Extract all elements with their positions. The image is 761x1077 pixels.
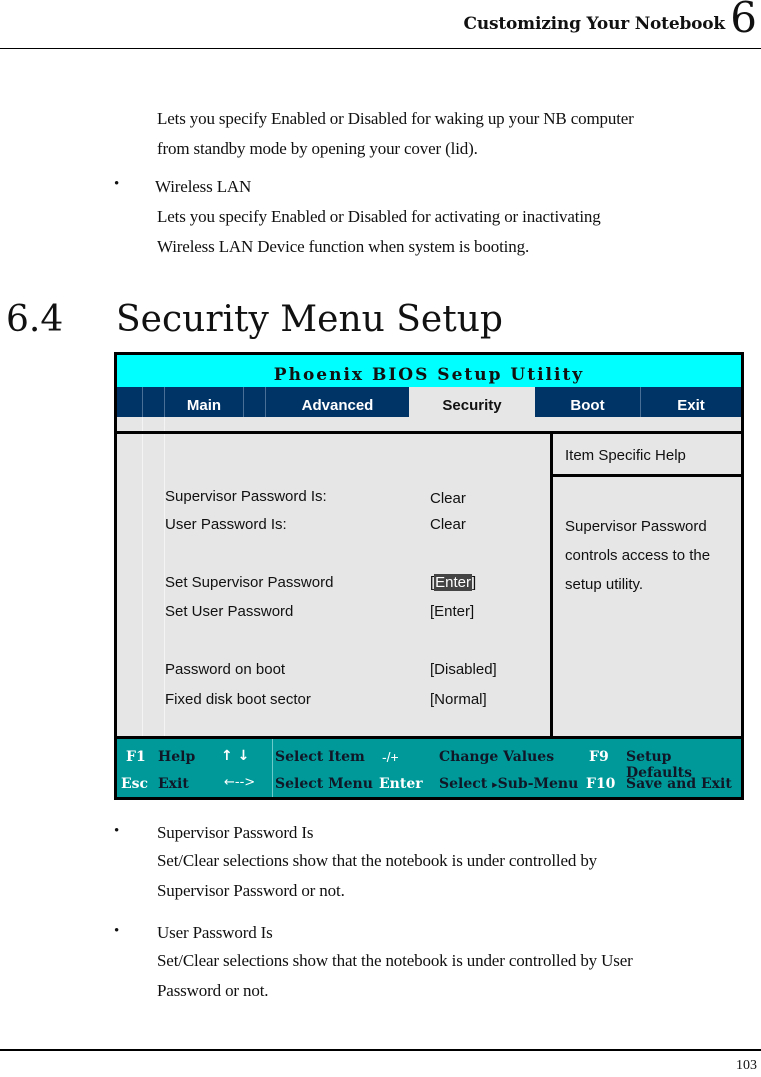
select-label: Select — [439, 776, 488, 792]
bios-title-bar: Phoenix BIOS Setup Utility — [117, 355, 741, 387]
supervisor-password-is-title: Supervisor Password Is — [157, 823, 314, 842]
tab-boot[interactable]: Boot — [535, 387, 640, 417]
user-password-is-line1: Set/Clear selections show that the noteb… — [157, 951, 633, 970]
lid-description-line2: from standby mode by opening your cover … — [157, 139, 478, 158]
help-line: setup utility. — [565, 576, 644, 593]
section-heading: 6.4 Security Menu Setup — [6, 296, 503, 344]
item-password-on-boot-value[interactable]: [Disabled] — [430, 661, 497, 678]
grid-line — [164, 417, 165, 431]
tab-divider — [243, 387, 244, 417]
key-esc-action: Exit — [158, 776, 189, 792]
item-fixed-disk-boot-sector-label[interactable]: Fixed disk boot sector — [165, 691, 311, 708]
section-number: 6.4 — [6, 299, 64, 340]
key-f9: F9 — [589, 749, 609, 765]
wireless-lan-description-line2: Wireless LAN Device function when system… — [157, 237, 530, 256]
key-select-menu-action: Select Menu — [275, 776, 373, 792]
item-fixed-disk-boot-sector-value[interactable]: [Normal] — [430, 691, 487, 708]
user-password-is-title: User Password Is — [157, 923, 273, 942]
key-enter: Enter — [379, 776, 423, 792]
key-save-and-exit-action: Save and Exit — [626, 776, 732, 792]
selected-value-highlight: Enter — [434, 574, 473, 591]
bracket-close: ] — [472, 574, 477, 591]
help-title: Item Specific Help — [565, 447, 686, 464]
item-user-password-is-label: User Password Is: — [165, 516, 287, 533]
key-esc: Esc — [121, 776, 149, 792]
bullet-icon: • — [114, 823, 120, 839]
key-select-submenu-action: Select ▸Sub-Menu — [439, 776, 578, 792]
user-password-is-line2: Password or not. — [157, 981, 269, 1000]
page-header: Customizing Your Notebook 6 — [0, 0, 761, 49]
page-number: 103 — [736, 1058, 757, 1073]
footer-divider — [0, 1049, 761, 1051]
help-body-panel: Supervisor Password controls access to t… — [553, 477, 741, 736]
section-title: Security Menu Setup — [116, 299, 503, 340]
tab-security[interactable]: Security — [409, 387, 535, 417]
bios-menu-bar: Main Advanced Security Boot Exit — [117, 387, 741, 417]
item-supervisor-password-is-value: Clear — [430, 490, 466, 507]
key-f10: F10 — [586, 776, 616, 792]
supervisor-password-is-line2: Supervisor Password or not. — [157, 881, 345, 900]
bios-items-panel: Supervisor Password Is: Clear User Passw… — [117, 434, 550, 736]
help-line: controls access to the — [565, 547, 711, 564]
key-f1: F1 — [126, 749, 146, 765]
item-set-supervisor-password-label[interactable]: Set Supervisor Password — [165, 574, 333, 591]
item-set-user-password-label[interactable]: Set User Password — [165, 603, 293, 620]
grid-line — [142, 417, 143, 431]
tab-advanced[interactable]: Advanced — [266, 387, 409, 417]
lid-description-line1: Lets you specify Enabled or Disabled for… — [157, 109, 634, 128]
item-user-password-is-value: Clear — [430, 516, 466, 533]
left-right-arrow-icon: ←--> — [224, 775, 256, 790]
key-minus-plus: -/+ — [382, 749, 399, 765]
item-supervisor-password-is-label: Supervisor Password Is: — [165, 488, 327, 505]
tab-divider — [142, 387, 143, 417]
item-set-supervisor-password-value[interactable]: [Enter] — [430, 574, 476, 591]
chapter-title: Customizing Your Notebook — [463, 14, 726, 34]
tab-exit[interactable]: Exit — [641, 387, 741, 417]
legend-divider — [272, 739, 273, 797]
key-f1-action: Help — [158, 749, 196, 765]
help-text: Supervisor Password controls access to t… — [565, 512, 741, 599]
wireless-lan-description-line1: Lets you specify Enabled or Disabled for… — [157, 207, 601, 226]
bios-spacer-strip — [117, 417, 741, 431]
key-select-item-action: Select Item — [275, 749, 365, 765]
bios-setup-screen: Phoenix BIOS Setup Utility Main Advanced… — [114, 352, 744, 800]
grid-line — [142, 434, 143, 736]
key-change-values-action: Change Values — [439, 749, 555, 765]
wireless-lan-title: Wireless LAN — [155, 177, 252, 196]
item-password-on-boot-label[interactable]: Password on boot — [165, 661, 285, 678]
item-set-user-password-value[interactable]: [Enter] — [430, 603, 474, 620]
up-down-arrow-icon: ↑ ↓ — [221, 748, 250, 764]
help-header-panel: Item Specific Help — [553, 434, 741, 474]
help-line: Supervisor Password — [565, 518, 707, 535]
bullet-icon: • — [114, 923, 120, 939]
bios-key-legend: F1 Help ↑ ↓ Select Item -/+ Change Value… — [117, 739, 741, 797]
tab-main[interactable]: Main — [165, 387, 243, 417]
supervisor-password-is-line1: Set/Clear selections show that the noteb… — [157, 851, 598, 870]
bullet-icon: • — [114, 176, 120, 192]
submenu-label: Sub-Menu — [497, 776, 579, 792]
chapter-number: 6 — [730, 0, 757, 42]
